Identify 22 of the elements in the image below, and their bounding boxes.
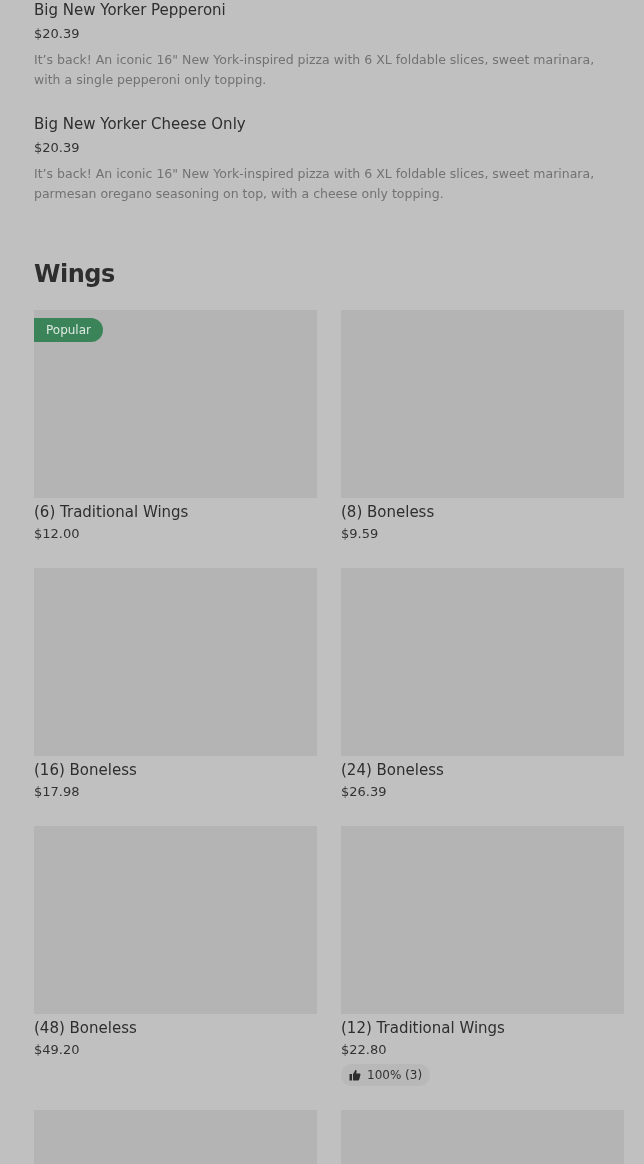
- item-description: It’s back! An iconic 16" New York-inspired pizza with 6 XL foldable slices, sweet marinara, parmesan oregano seasoning on top, with a cheese only topping.: [34, 165, 596, 203]
- rating-text: 100% (3): [367, 1067, 423, 1083]
- item-price: $9.59: [341, 525, 380, 543]
- item-name: Big New Yorker Cheese Only: [34, 114, 247, 134]
- item-name: (6) Traditional Wings: [34, 502, 190, 522]
- item-description: It’s back! An iconic 16" New York-inspired pizza with 6 XL foldable slices, sweet marinara, with a single pepperoni only topping.: [34, 51, 596, 89]
- item-name: (16) Boneless: [34, 760, 138, 780]
- item-name: (24) Boneless: [341, 760, 445, 780]
- thumbs-up-icon: [349, 1069, 361, 1081]
- item-price: $26.39: [341, 783, 388, 801]
- popular-badge: Popular: [34, 318, 103, 342]
- item-name: Big New Yorker Pepperoni: [34, 0, 227, 20]
- item-price: $22.80: [341, 1041, 388, 1059]
- item-price: $49.20: [34, 1041, 81, 1059]
- item-price: $12.00: [34, 525, 81, 543]
- item-price: $17.98: [34, 783, 81, 801]
- item-price: $20.39: [34, 139, 81, 157]
- section-heading: Wings: [34, 259, 116, 290]
- item-price: $20.39: [34, 25, 81, 43]
- item-name: (48) Boneless: [34, 1018, 138, 1038]
- item-name: (8) Boneless: [341, 502, 436, 522]
- item-name: (12) Traditional Wings: [341, 1018, 506, 1038]
